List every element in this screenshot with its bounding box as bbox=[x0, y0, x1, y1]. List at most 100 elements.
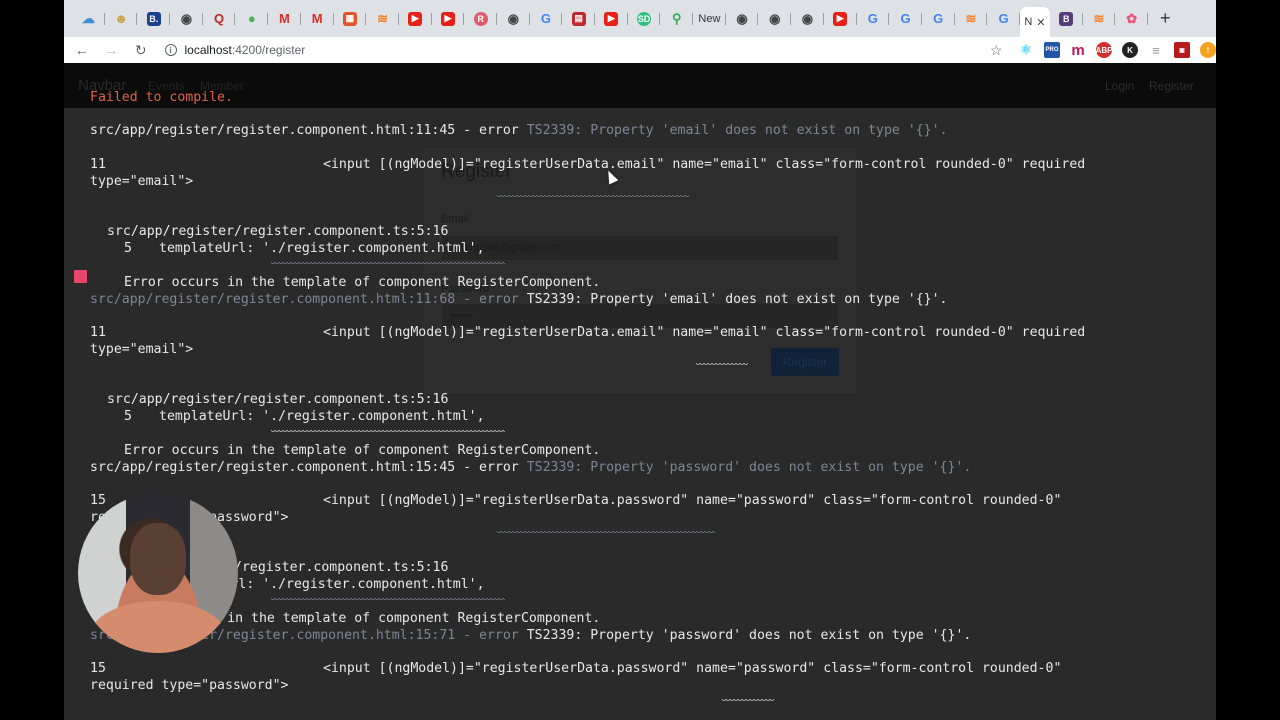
error-code-continuation: required type="password"> bbox=[90, 678, 289, 693]
error-squiggle bbox=[722, 699, 774, 705]
url-host: localhost bbox=[184, 43, 232, 57]
m-extension-icon[interactable]: m bbox=[1070, 42, 1086, 59]
error-squiggle bbox=[696, 363, 748, 369]
webcam-overlay bbox=[78, 493, 238, 653]
error-code-line-no: 15 bbox=[90, 493, 106, 508]
error-location-line: src/app/register/register.component.html… bbox=[90, 292, 948, 307]
error-code-snippet: <input [(ngModel)]="registerUserData.pas… bbox=[323, 661, 1062, 676]
youtube-icon: ▶ bbox=[833, 11, 848, 26]
spy-icon: ☻ bbox=[114, 11, 128, 26]
youtube-icon: ▶ bbox=[604, 11, 619, 26]
error-footer: Error occurs in the template of componen… bbox=[124, 443, 601, 458]
browser-tab[interactable]: G bbox=[889, 6, 922, 32]
close-tab-icon[interactable]: ✕ bbox=[1036, 16, 1045, 29]
mongodb-icon: ● bbox=[247, 11, 256, 26]
browser-tab[interactable]: G bbox=[857, 6, 890, 32]
globe-icon: ◉ bbox=[180, 10, 193, 26]
error-code-line-no: 11 bbox=[90, 157, 106, 172]
browser-tab[interactable]: M bbox=[301, 6, 334, 32]
error-ref-code: templateUrl: './register.component.html'… bbox=[159, 241, 485, 256]
ms-icon: ▦ bbox=[342, 11, 357, 26]
browser-tab[interactable]: G bbox=[530, 6, 563, 32]
error-ref-squiggle bbox=[271, 598, 505, 604]
browser-tab[interactable]: ▶ bbox=[595, 6, 628, 32]
browser-tab[interactable]: ▦ bbox=[334, 6, 367, 32]
youtube-icon: ▶ bbox=[440, 11, 455, 26]
gmail-icon: M bbox=[311, 11, 323, 26]
error-code-snippet: <input [(ngModel)]="registerUserData.ema… bbox=[323, 157, 1086, 172]
browser-tab[interactable]: M bbox=[268, 6, 301, 32]
google-icon: G bbox=[900, 11, 911, 26]
k-extension-icon[interactable]: K bbox=[1122, 42, 1138, 58]
browser-tab[interactable]: G bbox=[922, 6, 955, 32]
browser-tab[interactable]: ▶ bbox=[432, 6, 465, 32]
youtube-icon: ▶ bbox=[408, 11, 423, 26]
alert-extension-icon[interactable]: ! bbox=[1200, 42, 1216, 58]
overlay-headline: Failed to compile. bbox=[90, 90, 233, 105]
browser-tab[interactable]: New bbox=[693, 6, 726, 32]
quora-icon: Q bbox=[214, 11, 225, 26]
error-squiggle bbox=[497, 531, 715, 537]
forward-button[interactable]: → bbox=[100, 42, 124, 58]
browser-tab[interactable]: ▶ bbox=[399, 6, 432, 32]
back-button[interactable]: ← bbox=[70, 42, 94, 58]
browser-tab[interactable]: R bbox=[464, 6, 497, 32]
web-ext-icon[interactable]: ▣ bbox=[1174, 42, 1190, 58]
error-code-snippet: <input [(ngModel)]="registerUserData.ema… bbox=[323, 325, 1086, 340]
browser-tab[interactable]: SD bbox=[628, 6, 661, 32]
browser-tab[interactable]: ≋ bbox=[1083, 6, 1116, 32]
page-content: Navbar Events Member Login Register Regi… bbox=[64, 63, 1216, 720]
browser-tab[interactable]: B. bbox=[137, 6, 170, 32]
browser-tab[interactable]: ✿ bbox=[1115, 6, 1148, 32]
stackoverflow-icon: ≋ bbox=[1093, 10, 1105, 26]
stackoverflow-icon: ≋ bbox=[377, 10, 388, 26]
media-list-icon[interactable]: ≡ bbox=[1148, 42, 1164, 58]
error-squiggle bbox=[497, 195, 689, 201]
new-tab-label: New bbox=[698, 12, 721, 25]
bookmark-star-icon[interactable]: ☆ bbox=[985, 42, 1009, 59]
globe-icon: ◉ bbox=[769, 10, 781, 26]
new-tab-button[interactable]: + bbox=[1160, 8, 1171, 29]
react-devtools-icon[interactable]: ⚛ bbox=[1018, 42, 1034, 58]
browser-tab[interactable]: ● bbox=[235, 6, 268, 32]
globe-icon: ◉ bbox=[801, 10, 814, 26]
pro-extension-icon[interactable]: PRO bbox=[1044, 42, 1060, 58]
cloud-app-icon: ☁ bbox=[81, 10, 95, 26]
browser-tab[interactable]: ◉ bbox=[791, 6, 824, 32]
bootstrap-icon: B bbox=[1059, 11, 1074, 26]
bookmark-app-icon: ▤ bbox=[571, 11, 586, 26]
browser-tab[interactable]: ☻ bbox=[105, 6, 138, 32]
error-ref-code: templateUrl: './register.component.html'… bbox=[159, 409, 485, 424]
browser-tab[interactable]: G bbox=[987, 6, 1020, 32]
browser-tab[interactable]: ☁ bbox=[72, 6, 105, 32]
browser-tab[interactable]: B bbox=[1050, 6, 1083, 32]
browser-tab[interactable]: ◉ bbox=[497, 6, 530, 32]
google-icon: G bbox=[867, 11, 878, 26]
browser-tab[interactable]: ◉ bbox=[170, 6, 203, 32]
browser-tab[interactable]: ◉ bbox=[726, 6, 759, 32]
browser-tab[interactable]: ▤ bbox=[562, 6, 595, 32]
google-icon: G bbox=[998, 11, 1009, 26]
browser-tab[interactable]: ≋ bbox=[366, 6, 399, 32]
adblock-plus-icon[interactable]: ABP bbox=[1096, 42, 1112, 58]
error-ref-squiggle bbox=[271, 262, 505, 268]
browser-tab[interactable]: Q bbox=[203, 6, 236, 32]
address-bar[interactable]: i localhost:4200/register bbox=[164, 39, 985, 61]
error-code-continuation: type="email"> bbox=[90, 342, 194, 357]
reload-button[interactable]: ↻ bbox=[129, 42, 153, 59]
error-code-line-no: 11 bbox=[90, 325, 106, 340]
browser-tab[interactable]: ≋ bbox=[955, 6, 988, 32]
error-footer: Error occurs in the template of componen… bbox=[124, 275, 601, 290]
site-info-icon[interactable]: i bbox=[164, 44, 177, 56]
browser-tab[interactable]: ▶ bbox=[824, 6, 857, 32]
browser-tab[interactable]: ◉ bbox=[758, 6, 791, 32]
maps-icon: ⚲ bbox=[671, 10, 682, 26]
sd-icon: SD bbox=[637, 11, 652, 26]
browser-tab[interactable]: ⚲ bbox=[660, 6, 693, 32]
browser-tab-active[interactable]: N ✕ bbox=[1019, 7, 1050, 37]
gmail-icon: M bbox=[279, 11, 290, 26]
browser-tab-strip: ☁ ☻ B. ◉ Q ● M M ▦ ≋ ▶ ▶ R ◉ G ▤ ▶ SD ⚲ New ◉ ◉ ◉ ▶ G G G ≋ G N ✕ B ≋ ✿ + bbox=[64, 0, 1216, 37]
error-code-continuation: type="email"> bbox=[90, 174, 194, 189]
error-code-snippet: <input [(ngModel)]="registerUserData.pas… bbox=[323, 493, 1062, 508]
screen-frame: ☁ ☻ B. ◉ Q ● M M ▦ ≋ ▶ ▶ R ◉ G ▤ ▶ SD ⚲ New ◉ ◉ ◉ ▶ G G G ≋ G N ✕ B ≋ ✿ + … bbox=[64, 0, 1216, 720]
